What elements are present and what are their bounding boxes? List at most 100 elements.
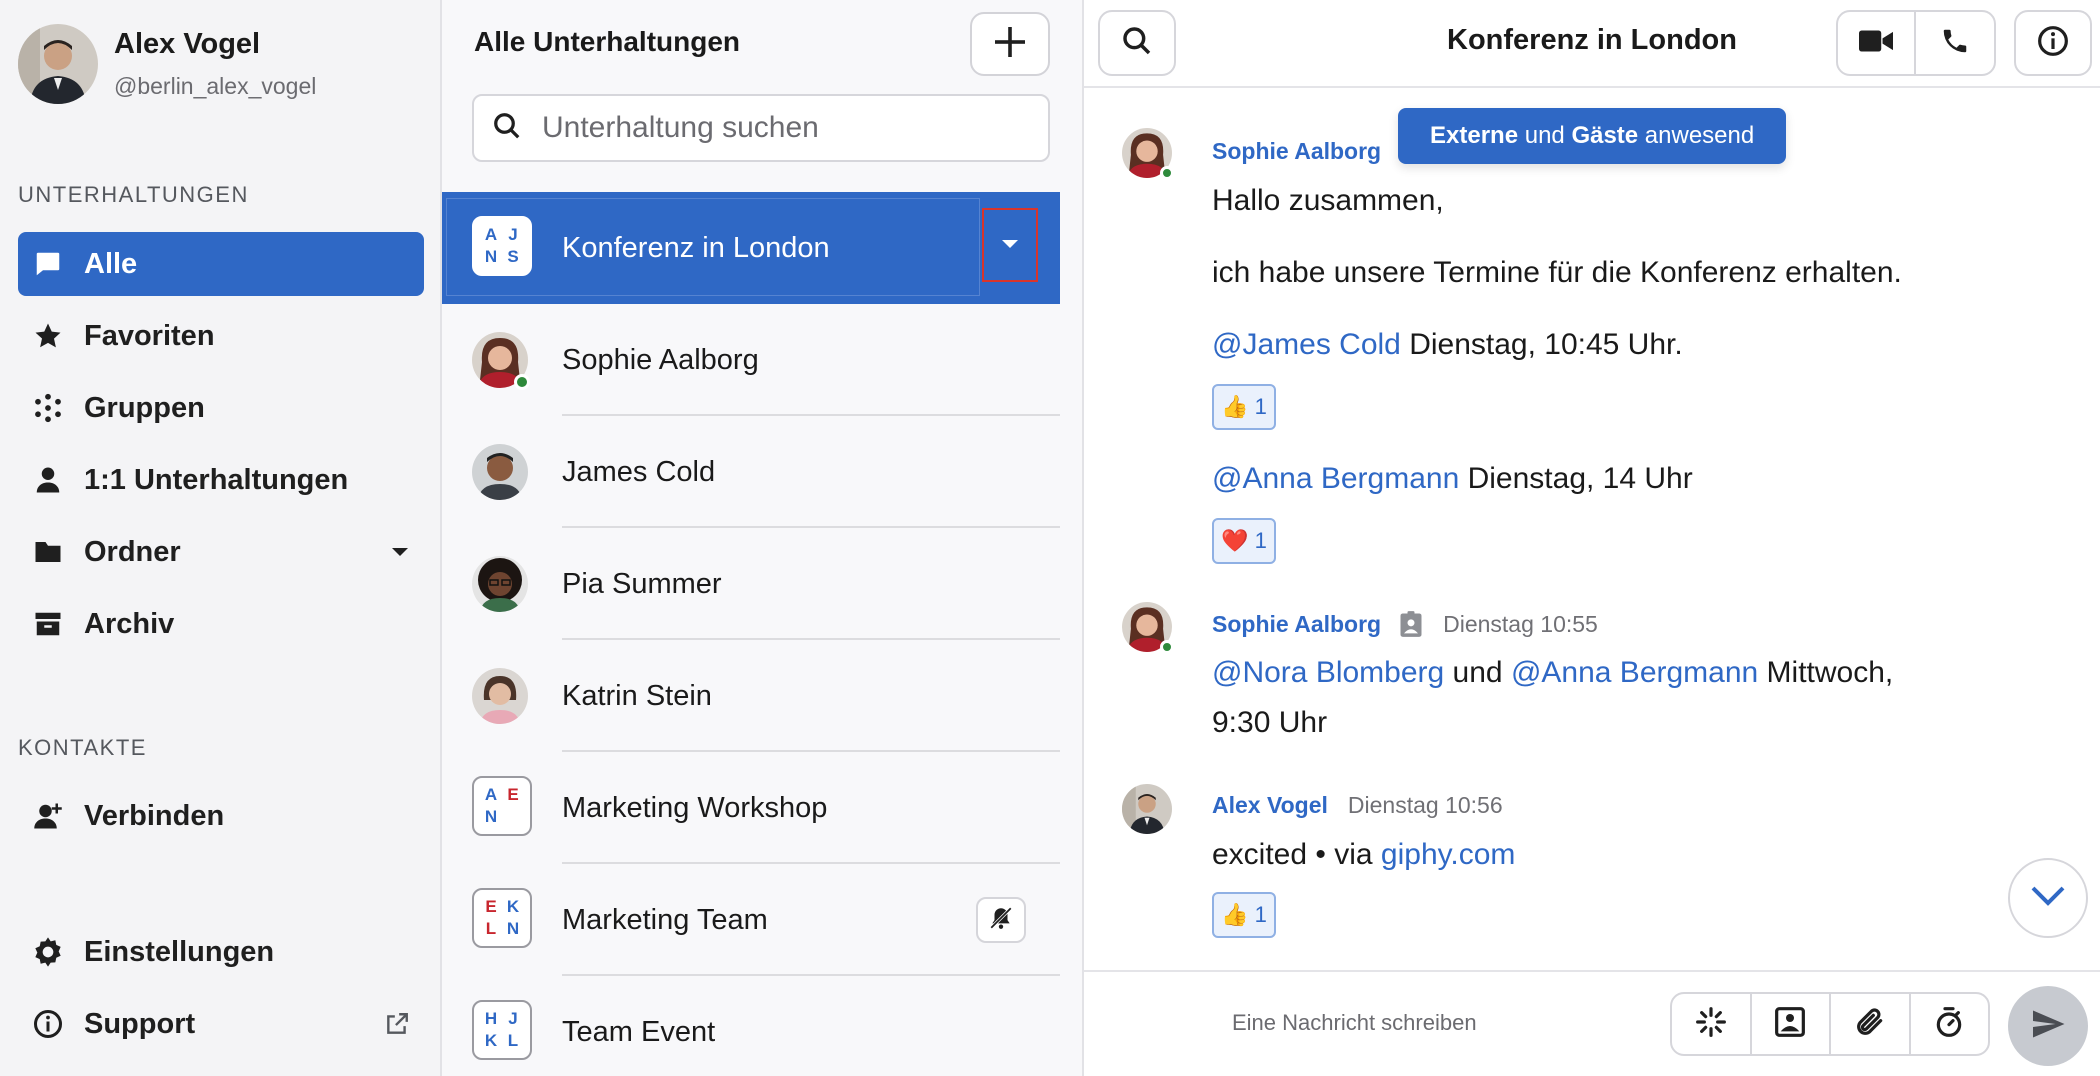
- message-author[interactable]: Alex Vogel: [1212, 792, 1328, 819]
- conversation-options-button[interactable]: [982, 208, 1038, 282]
- scroll-to-bottom-button[interactable]: [2008, 858, 2088, 938]
- video-camera-icon: [1859, 28, 1893, 59]
- message-input[interactable]: [1232, 998, 1652, 1048]
- profile-handle: @berlin_alex_vogel: [114, 73, 317, 99]
- attach-file-button[interactable]: [1831, 994, 1911, 1054]
- sidebar-item-alle[interactable]: Alle: [18, 232, 424, 296]
- conversation-item-pia[interactable]: Pia Summer: [442, 528, 1060, 640]
- mention[interactable]: @Nora Blomberg: [1212, 656, 1444, 689]
- online-status-indicator: [1160, 166, 1174, 180]
- message-list: Sophie Aalborg Hallo zusammen, ich habe …: [1084, 90, 2100, 970]
- info-icon: [32, 1008, 64, 1040]
- sparkle-icon: [1695, 1006, 1727, 1043]
- sidebar-item-verbinden[interactable]: Verbinden: [18, 784, 424, 848]
- avatar: [1122, 784, 1172, 834]
- message-author[interactable]: Sophie Aalborg: [1212, 138, 1381, 165]
- bell-off-icon: [988, 905, 1014, 936]
- message-text: @Anna Bergmann Dienstag, 14 Uhr: [1212, 462, 1693, 495]
- sidebar-nav: Alle Favoriten Gruppen 1:1 Unterhaltunge…: [18, 232, 424, 664]
- message-text: @James Cold Dienstag, 10:45 Uhr.: [1212, 328, 1683, 361]
- conversation-name: Sophie Aalborg: [562, 343, 759, 376]
- muted-bell-button[interactable]: [976, 897, 1026, 943]
- sidebar-item-label: Alle: [84, 247, 138, 280]
- mention[interactable]: @Anna Bergmann: [1511, 656, 1758, 689]
- online-status-indicator: [1160, 640, 1174, 654]
- send-button[interactable]: [2008, 986, 2088, 1066]
- conversation-name: Katrin Stein: [562, 679, 712, 712]
- group-avatar: AJNS: [472, 216, 536, 280]
- info-icon: [2037, 25, 2069, 62]
- reaction-thumbs-up[interactable]: 👍 1: [1212, 384, 1276, 430]
- message-text: ich habe unsere Termine für die Konferen…: [1212, 256, 1902, 289]
- sidebar-item-archiv[interactable]: Archiv: [18, 592, 424, 656]
- chat-bubble-icon: [32, 248, 64, 280]
- timed-message-button[interactable]: [1911, 994, 1989, 1054]
- sidebar-item-label: Gruppen: [84, 391, 205, 424]
- image-upload-button[interactable]: [1752, 994, 1831, 1054]
- plus-icon: [992, 24, 1028, 65]
- conversation-name: Team Event: [562, 1015, 716, 1048]
- sidebar-item-label: Favoriten: [84, 319, 215, 352]
- paperclip-icon: [1854, 1006, 1886, 1043]
- conversation-item-marketing-workshop[interactable]: AEN Marketing Workshop: [442, 752, 1060, 864]
- sidebar-item-einstellungen[interactable]: Einstellungen: [18, 920, 424, 984]
- message-text: Hallo zusammen,: [1212, 184, 1444, 217]
- conversation-name: Pia Summer: [562, 567, 722, 600]
- conversation-item-konferenz[interactable]: AJNS Konferenz in London: [442, 192, 1060, 304]
- badge-icon: [1399, 610, 1423, 638]
- message-text: @Nora Blomberg und @Anna Bergmann Mittwo…: [1212, 656, 1894, 689]
- conversation-list-panel: Alle Unterhaltungen AJNS Konferenz in Lo…: [442, 0, 1084, 1076]
- group-avatar: AEN: [472, 776, 536, 840]
- conversation-list-title: Alle Unterhaltungen: [474, 26, 741, 57]
- sidebar-item-gruppen[interactable]: Gruppen: [18, 376, 424, 440]
- reaction-thumbs-up[interactable]: 👍 1: [1212, 892, 1276, 938]
- add-person-icon: [32, 800, 64, 832]
- mention[interactable]: @James Cold: [1212, 328, 1401, 361]
- message-text: 9:30 Uhr: [1212, 706, 1328, 739]
- conversation-item-james[interactable]: James Cold: [442, 416, 1060, 528]
- archive-icon: [32, 608, 64, 640]
- conversation-search[interactable]: [472, 94, 1050, 162]
- giphy-button[interactable]: [1672, 994, 1752, 1054]
- avatar: [472, 668, 528, 724]
- conversation-info-button[interactable]: [2014, 10, 2092, 76]
- sidebar-item-label: 1:1 Unterhaltungen: [84, 463, 349, 496]
- external-link-icon: [384, 1011, 410, 1037]
- video-call-button[interactable]: [1838, 12, 1916, 74]
- avatar: [472, 556, 528, 612]
- section-title-contacts: KONTAKTE: [18, 735, 147, 760]
- profile[interactable]: Alex Vogel @berlin_alex_vogel: [18, 24, 316, 104]
- sidebar-item-ordner[interactable]: Ordner: [18, 520, 424, 584]
- sidebar-item-label: Verbinden: [84, 799, 225, 832]
- message-time: Dienstag 10:56: [1347, 792, 1503, 818]
- app-window: Alex Vogel @berlin_alex_vogel UNTERHALTU…: [0, 0, 2100, 1076]
- conversation-item-marketing-team[interactable]: EKLN Marketing Team: [442, 864, 1060, 976]
- chevron-down-icon[interactable]: [390, 546, 410, 558]
- mention[interactable]: @Anna Bergmann: [1212, 462, 1459, 495]
- message-author[interactable]: Sophie Aalborg: [1212, 611, 1381, 638]
- conversation-item-katrin[interactable]: Katrin Stein: [442, 640, 1060, 752]
- sidebar-item-support[interactable]: Support: [18, 992, 424, 1056]
- sidebar-item-label: Support: [84, 1007, 196, 1040]
- avatar: [1122, 128, 1174, 180]
- sidebar-item-favoriten[interactable]: Favoriten: [18, 304, 424, 368]
- message-time: Dienstag 10:55: [1443, 610, 1598, 637]
- search-input[interactable]: [542, 111, 1002, 145]
- message-text: excited • via giphy.com: [1212, 838, 1516, 871]
- profile-name: Alex Vogel: [114, 28, 261, 60]
- chevron-down-icon: [2030, 885, 2066, 912]
- contacts-nav: Verbinden: [18, 784, 424, 856]
- reaction-heart[interactable]: ❤️ 1: [1212, 518, 1276, 564]
- conversation-item-sophie[interactable]: Sophie Aalborg: [442, 304, 1060, 416]
- avatar: [1122, 602, 1174, 654]
- sidebar-item-one-on-one[interactable]: 1:1 Unterhaltungen: [18, 448, 424, 512]
- group-avatar: EKLN: [472, 888, 536, 952]
- image-icon: [1774, 1006, 1806, 1043]
- sidebar: Alex Vogel @berlin_alex_vogel UNTERHALTU…: [0, 0, 442, 1076]
- conversation-name: James Cold: [562, 455, 716, 488]
- giphy-link[interactable]: giphy.com: [1381, 838, 1516, 871]
- new-conversation-button[interactable]: [970, 12, 1050, 76]
- audio-call-button[interactable]: [1916, 12, 1994, 74]
- chat-header: Konferenz in London: [1084, 0, 2100, 88]
- conversation-item-team-event[interactable]: HJKL Team Event: [442, 976, 1060, 1076]
